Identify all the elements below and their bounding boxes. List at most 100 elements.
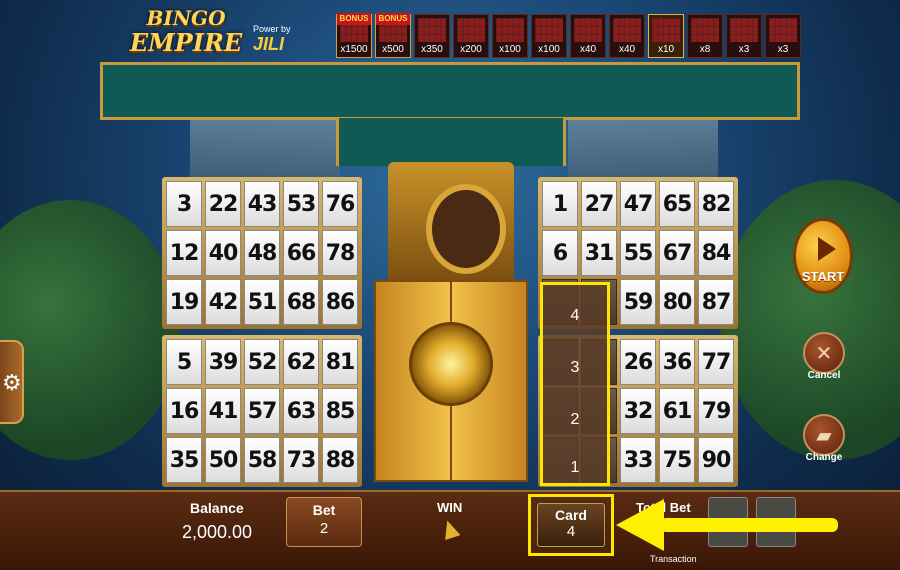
start-label: START [801, 269, 845, 284]
pattern-multiplier: x100 [538, 44, 560, 55]
bingo-cell: 55 [620, 230, 656, 276]
card-value: 4 [566, 523, 576, 540]
bet-label: Bet [312, 502, 336, 518]
result-banner [100, 62, 800, 120]
pattern-tile: x10 [648, 14, 684, 58]
bingo-cell: 3 [166, 181, 202, 227]
logo-line2: EMPIRE [129, 28, 243, 57]
card-option-1[interactable]: 1 [543, 459, 607, 477]
pattern-multiplier: x500 [382, 44, 404, 55]
ball-porthole [426, 184, 506, 274]
cancel-button[interactable]: ✕ [803, 332, 845, 374]
bingo-cell: 43 [244, 181, 280, 227]
transaction-link[interactable]: Transaction [650, 554, 697, 564]
cancel-label: Cancel [807, 370, 841, 381]
bingo-cell: 19 [166, 279, 202, 325]
bingo-cell: 63 [283, 388, 319, 434]
pattern-tile: x100 [531, 14, 567, 58]
bingo-cell: 88 [322, 437, 358, 483]
bingo-cell: 85 [322, 388, 358, 434]
highlight-arrow-icon [616, 499, 664, 551]
bingo-cell: 31 [581, 230, 617, 276]
pattern-tile: BONUS x1500 [336, 13, 372, 58]
bingo-cell: 79 [698, 388, 734, 434]
bingo-cell: 75 [659, 437, 695, 483]
bingo-cell: 90 [698, 437, 734, 483]
pattern-tile: x8 [687, 14, 723, 58]
logo-line1: BINGO [146, 6, 226, 30]
start-button[interactable]: START [793, 218, 853, 294]
bingo-cell: 50 [205, 437, 241, 483]
bet-button[interactable]: Bet 2 [286, 497, 362, 547]
pattern-tile: x100 [492, 14, 528, 58]
card-count-button[interactable]: Card 4 [528, 494, 614, 556]
card-count-selector: 4 3 2 1 [540, 282, 610, 486]
pattern-tile: x40 [570, 14, 606, 58]
bingo-cell: 51 [244, 279, 280, 325]
bingo-cell: 58 [244, 437, 280, 483]
pattern-multiplier: x3 [777, 44, 789, 55]
pattern-multiplier: x10 [657, 44, 675, 55]
bingo-cell: 1 [542, 181, 578, 227]
balance-label: Balance [190, 500, 244, 516]
bingo-cell: 39 [205, 339, 241, 385]
bingo-cell: 66 [283, 230, 319, 276]
bingo-cell: 35 [166, 437, 202, 483]
game-stage: BINGO EMPIRE Power by JILI BONUS x1500 BON… [0, 0, 900, 570]
pattern-multiplier: x200 [460, 44, 482, 55]
bonus-tag: BONUS [376, 13, 410, 25]
banner-stem [336, 118, 566, 166]
bingo-cell: 84 [698, 230, 734, 276]
bingo-cell: 42 [205, 279, 241, 325]
bingo-cell: 82 [698, 181, 734, 227]
bingo-cell: 78 [322, 230, 358, 276]
banner-stem-left [336, 118, 362, 166]
win-label: WIN [437, 500, 463, 515]
close-icon: ✕ [815, 343, 833, 365]
bingo-card-1: 3 22 43 53 76 12 40 48 66 78 19 42 51 68 86 [162, 177, 362, 329]
bingo-cell: 68 [283, 279, 319, 325]
bingo-cell: 6 [542, 230, 578, 276]
bingo-cell: 16 [166, 388, 202, 434]
pattern-tile: BONUS x500 [375, 13, 411, 58]
bingo-cell: 80 [659, 279, 695, 325]
brand-logo: JILI [253, 34, 285, 54]
bingo-cell: 36 [659, 339, 695, 385]
change-label: Change [805, 452, 843, 463]
powered-by-text: Power by [253, 24, 291, 34]
bingo-cell: 81 [322, 339, 358, 385]
banner-stem-right [540, 118, 566, 166]
bingo-card-3: 5 39 52 62 81 16 41 57 63 85 35 50 58 73 88 [162, 335, 362, 487]
card-option-4[interactable]: 4 [543, 307, 607, 325]
bingo-cell: 65 [659, 181, 695, 227]
pattern-tile: x350 [414, 14, 450, 58]
pattern-multiplier: x1500 [340, 44, 368, 55]
ball-door [374, 162, 528, 482]
bingo-cell: 87 [698, 279, 734, 325]
bingo-cell: 41 [205, 388, 241, 434]
bingo-cell: 52 [244, 339, 280, 385]
bingo-cell: 27 [581, 181, 617, 227]
card-option-2[interactable]: 2 [543, 411, 607, 429]
pattern-multiplier: x350 [421, 44, 443, 55]
card-label: Card [555, 507, 587, 523]
pattern-multiplier: x40 [618, 44, 636, 55]
bingo-cell: 12 [166, 230, 202, 276]
bingo-cell: 76 [322, 181, 358, 227]
highlight-arrow-shaft [660, 518, 838, 532]
bingo-cell: 77 [698, 339, 734, 385]
bingo-cell: 73 [283, 437, 319, 483]
change-button[interactable]: ▰ [803, 414, 845, 456]
bonus-tag: BONUS [337, 13, 371, 25]
bingo-cell: 53 [283, 181, 319, 227]
pattern-multiplier: x3 [738, 44, 750, 55]
card-option-3[interactable]: 3 [543, 359, 607, 377]
play-icon [818, 237, 836, 261]
bingo-cell: 48 [244, 230, 280, 276]
pattern-tile: x200 [453, 14, 489, 58]
settings-button[interactable]: ⚙ [0, 340, 24, 424]
bingo-cell: 61 [659, 388, 695, 434]
gear-icon: ⚙ [2, 370, 22, 395]
aztec-medallion-icon [409, 322, 493, 406]
bet-value: 2 [319, 520, 329, 537]
